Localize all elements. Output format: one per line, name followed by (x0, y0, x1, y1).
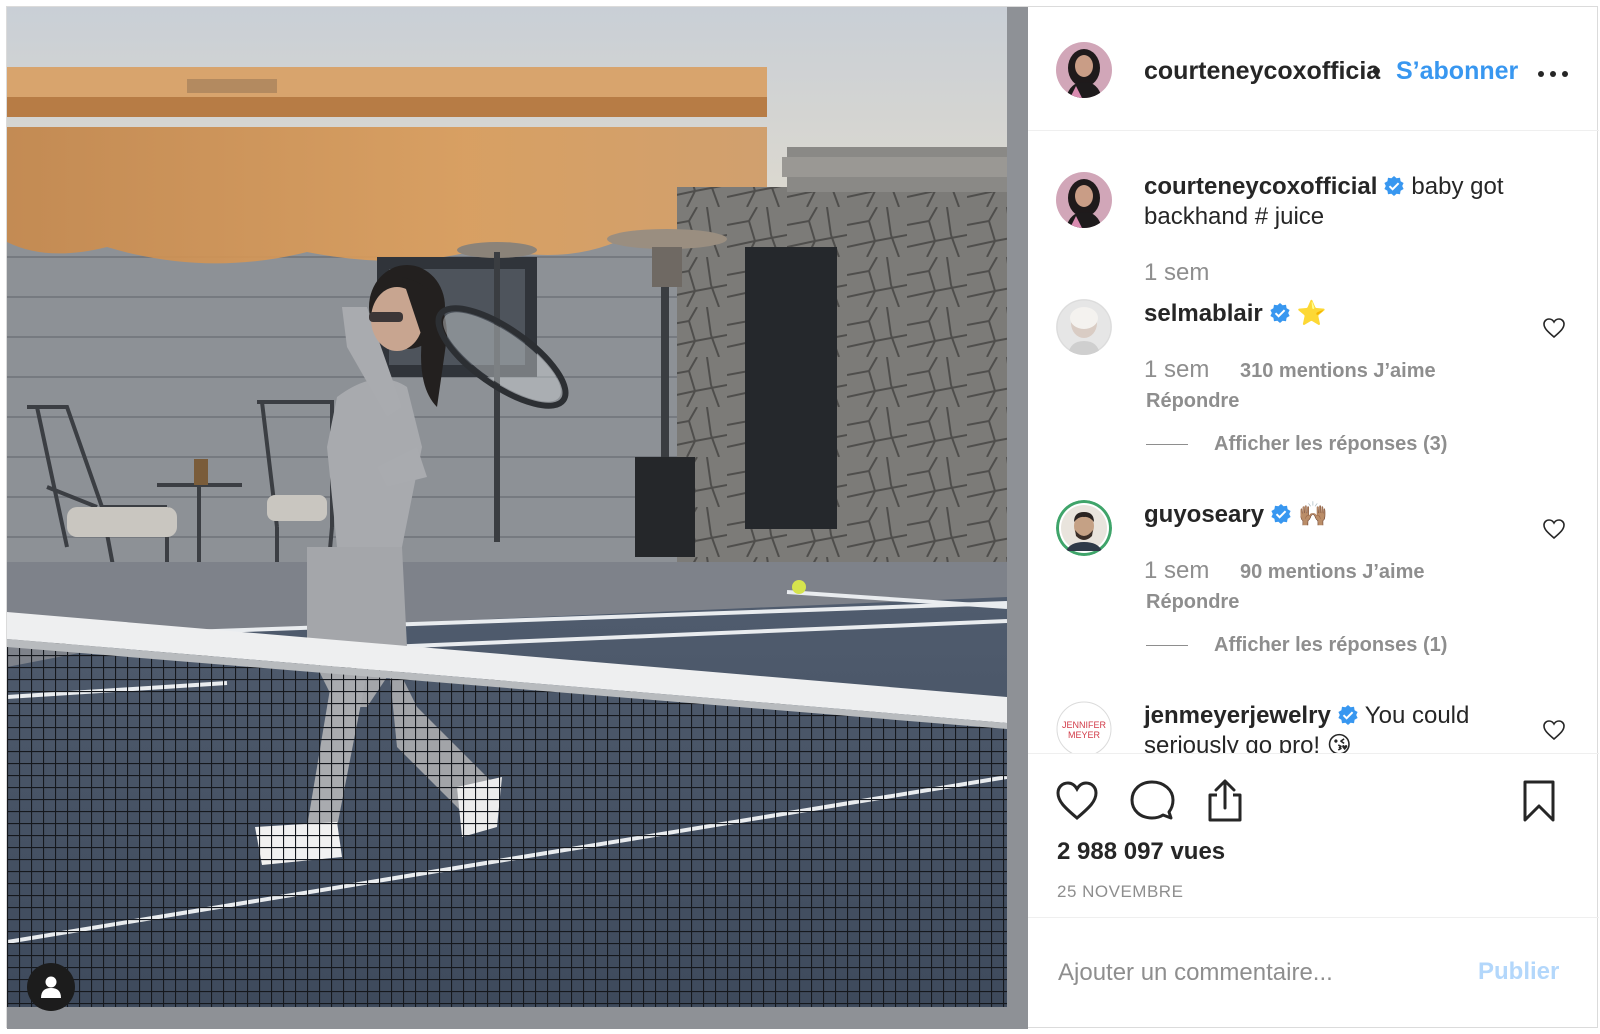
comment-username[interactable]: guyoseary (1144, 501, 1264, 528)
comment-reply-button[interactable]: Répondre (1146, 591, 1239, 614)
commenter-avatar[interactable] (1056, 500, 1112, 556)
caption-avatar-image (1056, 172, 1112, 228)
commenter-avatar-image (1056, 299, 1112, 355)
comment-username[interactable]: selmablair (1144, 300, 1263, 327)
commenter-avatar[interactable] (1056, 299, 1112, 355)
verified-badge-icon (1338, 705, 1358, 725)
header-separator: • (1372, 57, 1381, 85)
tag-user-button[interactable] (27, 963, 75, 1011)
heart-outline-icon[interactable] (1542, 518, 1566, 540)
verified-badge-icon (1270, 303, 1290, 323)
post-video[interactable] (7, 7, 1028, 1029)
view-count[interactable]: 2 988 097 vues (1057, 838, 1225, 866)
follow-button[interactable]: S’abonner (1396, 57, 1518, 86)
comment-text: 🙌🏽 (1298, 501, 1328, 528)
instagram-post: courteneycoxofficia • S’abonner courtene… (6, 6, 1599, 1029)
comment-icon[interactable] (1129, 778, 1175, 824)
heart-outline-icon[interactable] (1542, 317, 1566, 339)
comment-time[interactable]: 1 sem (1144, 356, 1209, 384)
author-username[interactable]: courteneycoxofficia (1144, 57, 1380, 86)
post-header: courteneycoxofficia • S’abonner (1028, 7, 1599, 131)
comment-input[interactable] (1058, 948, 1458, 998)
comment-likes[interactable]: 310 mentions J’aime (1240, 360, 1436, 383)
commenter-avatar[interactable]: JENNIFER MEYER (1056, 701, 1112, 753)
comment-text-block: selmablair ⭐️ (1144, 299, 1534, 329)
view-replies-divider (1146, 444, 1188, 445)
comment-text-block: guyoseary 🙌🏽 (1144, 500, 1534, 530)
comment-reply-button[interactable]: Répondre (1146, 390, 1239, 413)
share-icon[interactable] (1202, 778, 1248, 824)
publish-button[interactable]: Publier (1478, 958, 1559, 986)
verified-badge-icon (1271, 504, 1291, 524)
heart-outline-icon[interactable] (1542, 719, 1566, 741)
svg-text:MEYER: MEYER (1068, 730, 1101, 740)
comment-text-block: jenmeyerjewelry You could seriously go pr… (1144, 701, 1534, 753)
view-replies-button[interactable]: Afficher les réponses (1) (1214, 634, 1447, 657)
comment-likes[interactable]: 90 mentions J’aime (1240, 561, 1425, 584)
add-comment-form: Publier (1028, 917, 1599, 1029)
post-actions: 2 988 097 vues 25 NOVEMBRE (1028, 753, 1599, 917)
comments-list[interactable]: courteneycoxofficial baby got backhand # … (1028, 131, 1599, 753)
verified-badge-icon (1384, 176, 1405, 196)
comment-text: ⭐️ (1296, 300, 1327, 327)
view-replies-divider (1146, 645, 1188, 646)
caption-text-block: courteneycoxofficial baby got backhand # … (1144, 172, 1534, 232)
comment-time[interactable]: 1 sem (1144, 557, 1209, 585)
tag-user-icon (41, 976, 61, 998)
post-side-panel: courteneycoxofficia • S’abonner courtene… (1028, 7, 1599, 1029)
caption-time[interactable]: 1 sem (1144, 259, 1209, 287)
bookmark-icon[interactable] (1516, 778, 1562, 824)
heart-outline-icon[interactable] (1054, 778, 1100, 824)
commenter-avatar-image: JENNIFER MEYER (1056, 701, 1112, 753)
author-avatar[interactable] (1056, 42, 1112, 98)
more-icon[interactable] (1533, 62, 1573, 86)
comment-username[interactable]: jenmeyerjewelry (1144, 702, 1331, 729)
author-avatar-image (1056, 42, 1112, 98)
tennis-scene-image (7, 7, 1007, 1007)
svg-text:JENNIFER: JENNIFER (1062, 720, 1107, 730)
post-date[interactable]: 25 NOVEMBRE (1057, 882, 1183, 902)
caption-username[interactable]: courteneycoxofficial (1144, 173, 1377, 200)
view-replies-button[interactable]: Afficher les réponses (3) (1214, 433, 1447, 456)
commenter-avatar-image (1056, 500, 1112, 556)
caption-avatar[interactable] (1056, 172, 1112, 228)
